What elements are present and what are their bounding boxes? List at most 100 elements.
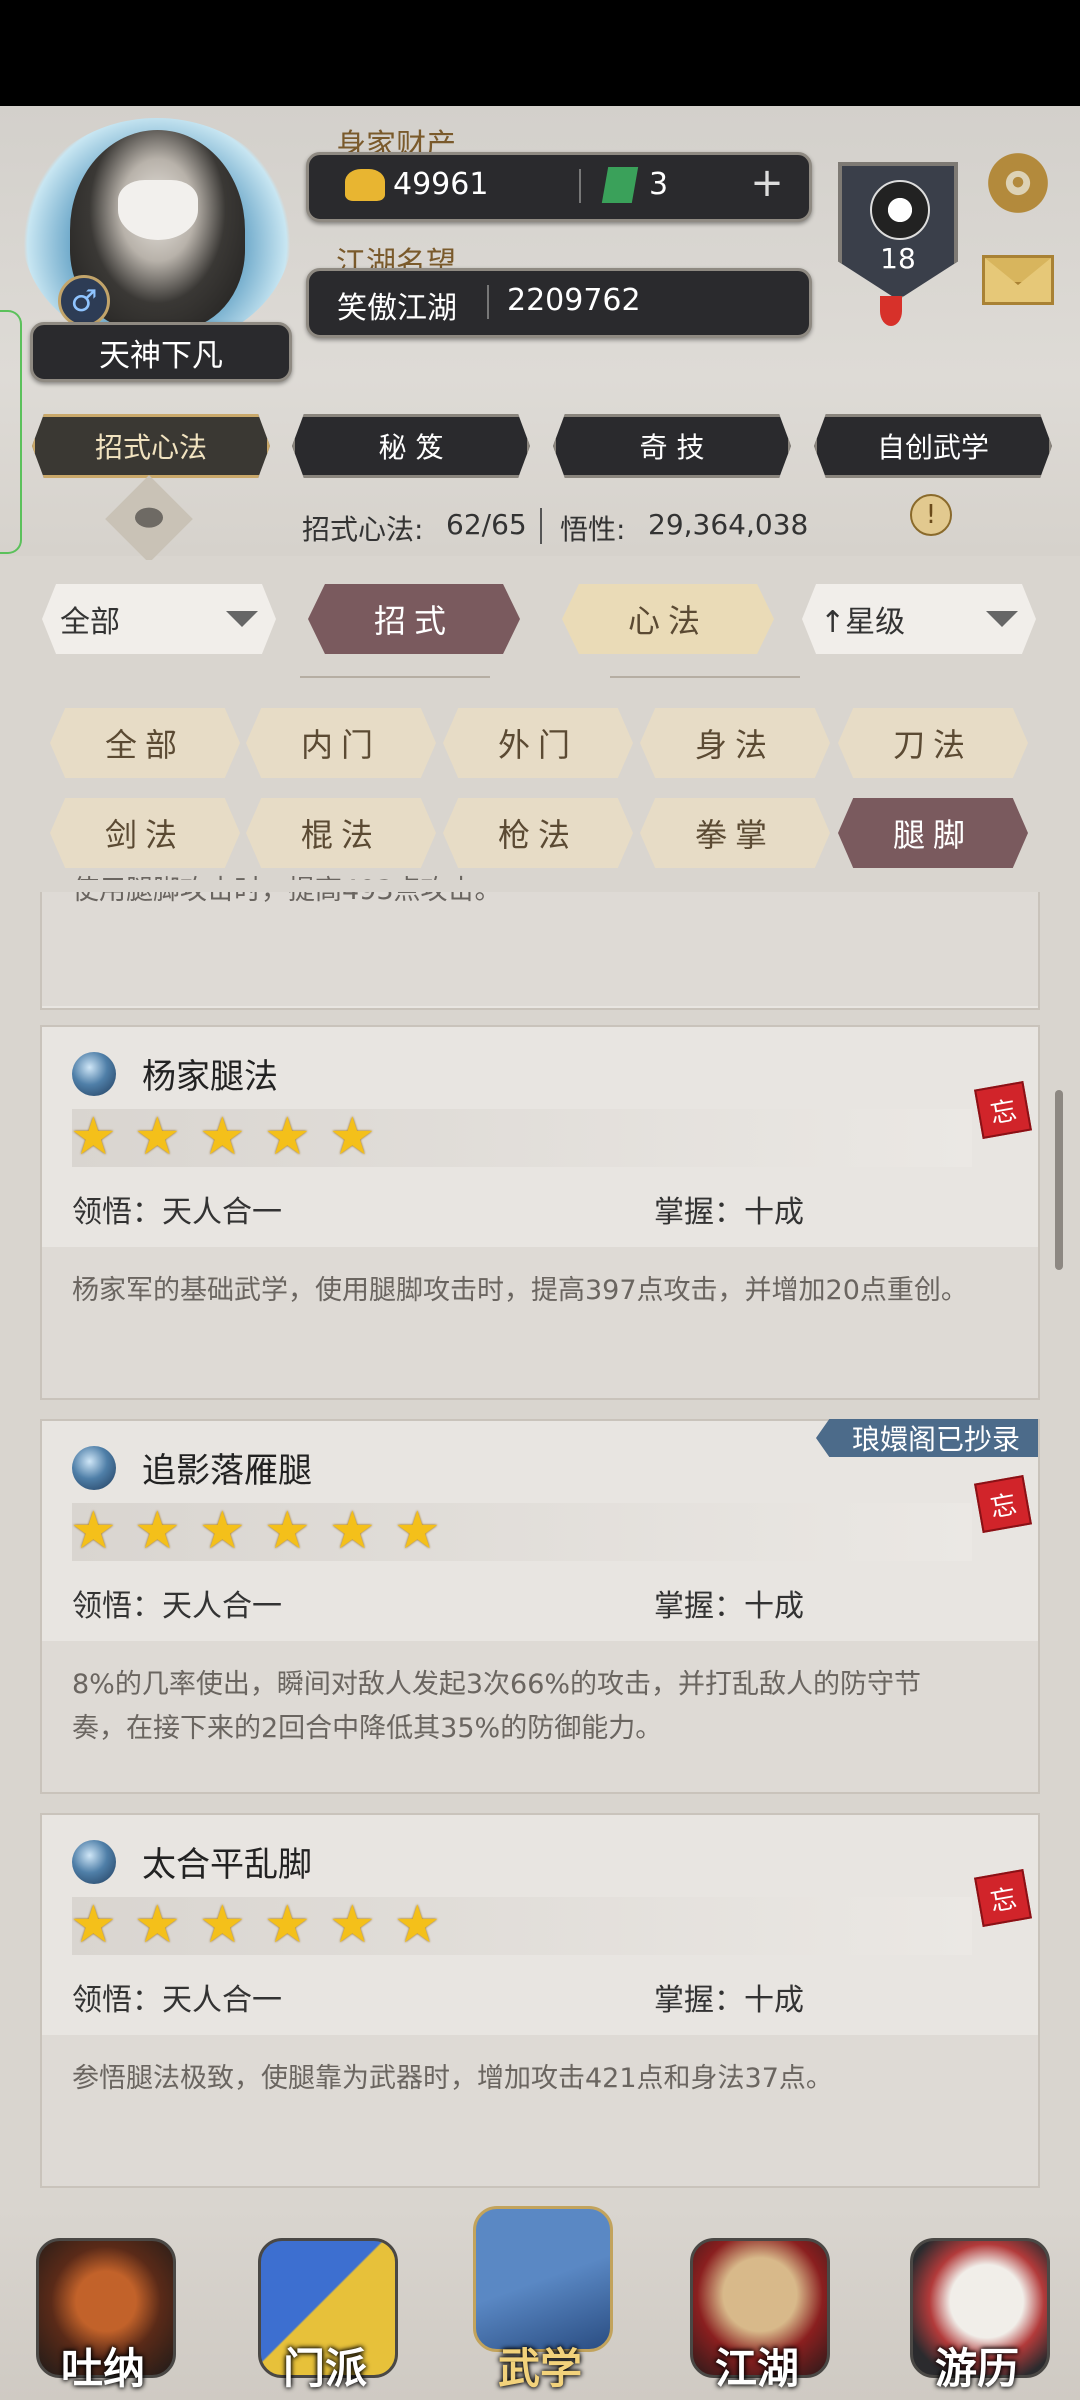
star-icon: ★ xyxy=(329,1501,376,1561)
divider-ornament xyxy=(610,676,800,678)
scrollbar[interactable] xyxy=(1055,1090,1063,1270)
star-icon: ★ xyxy=(134,1501,181,1561)
filter-all-dropdown[interactable]: 全部 xyxy=(42,584,276,654)
info-icon[interactable]: ! xyxy=(910,494,952,536)
nav-label: 吐纳 xyxy=(60,2344,145,2393)
side-drawer-handle[interactable] xyxy=(0,310,22,554)
forget-tag-button[interactable]: 忘 xyxy=(974,1081,1032,1139)
star-icon: ★ xyxy=(264,1501,311,1561)
category-leg-kick[interactable]: 腿脚 xyxy=(838,798,1028,868)
mastery-value: 十成 xyxy=(744,1589,804,1624)
chevron-down-icon xyxy=(986,611,1018,627)
gold-ingot-icon xyxy=(345,169,385,201)
nav-travel[interactable]: 游历 xyxy=(902,2228,1052,2398)
martial-book-icon xyxy=(473,2206,613,2352)
fame-bar: 笑傲江湖 2209762 xyxy=(306,268,812,338)
star-icon: ★ xyxy=(134,1107,181,1167)
tab-custom-martial-arts[interactable]: 自创武学 xyxy=(814,414,1052,478)
comprehension-label: 领悟： xyxy=(72,1195,162,1230)
category-agility[interactable]: 身法 xyxy=(640,708,830,778)
divider-ornament xyxy=(300,676,490,678)
forget-tag-button[interactable]: 忘 xyxy=(974,1869,1032,1927)
description-area: 杨家军的基础武学，使用腿脚攻击时，提高397点攻击，并增加20点重创。 xyxy=(42,1247,1038,1398)
star-icon: ★ xyxy=(394,1895,441,1955)
category-fist-palm[interactable]: 拳掌 xyxy=(640,798,830,868)
yin-yang-icon xyxy=(870,180,930,240)
mastery-label: 掌握： xyxy=(654,1589,744,1624)
level-value: 18 xyxy=(880,242,916,275)
tab-special-skills[interactable]: 奇 技 xyxy=(553,414,791,478)
category-blade[interactable]: 刀法 xyxy=(838,708,1028,778)
star-icon: ★ xyxy=(70,1895,117,1955)
add-currency-button[interactable]: + xyxy=(745,161,789,205)
comprehension-label: 领悟： xyxy=(72,1589,162,1624)
nav-sect[interactable]: 门派 xyxy=(250,2228,400,2398)
fame-value: 2209762 xyxy=(507,283,641,318)
nav-label: 门派 xyxy=(282,2344,367,2393)
skill-card[interactable]: 太合平乱脚 ★ ★ ★ ★ ★ ★ 忘 领悟：天人合一 掌握：十成 参悟腿法极致… xyxy=(40,1813,1040,2188)
skill-description: 8%的几率使出，瞬间对敌人发起3次66%的攻击，并打乱敌人的防守节奏，在接下来的… xyxy=(72,1669,922,1744)
forget-tag-button[interactable]: 忘 xyxy=(974,1475,1032,1533)
skill-name: 太合平乱脚 xyxy=(142,1845,312,1885)
star-icon: ★ xyxy=(329,1107,376,1167)
mastery-label: 掌握： xyxy=(654,1983,744,2018)
status-bar xyxy=(0,0,1080,106)
skill-orb-icon xyxy=(72,1052,116,1096)
nav-label: 江湖 xyxy=(714,2344,799,2393)
category-all[interactable]: 全部 xyxy=(50,708,240,778)
sort-dropdown[interactable]: ↑星级 xyxy=(802,584,1036,654)
gold-value: 49961 xyxy=(393,167,489,202)
comprehension-value: 天人合一 xyxy=(162,1589,282,1624)
tab-secret-books[interactable]: 秘 笈 xyxy=(292,414,530,478)
comprehension-label: 领悟： xyxy=(72,1983,162,2018)
skill-description: 杨家军的基础武学，使用腿脚攻击时，提高397点攻击，并增加20点重创。 xyxy=(72,1275,968,1306)
jade-value: 3 xyxy=(649,167,669,202)
skill-name: 杨家腿法 xyxy=(142,1057,278,1097)
category-staff[interactable]: 棍法 xyxy=(246,798,436,868)
insight-value: 29,364,038 xyxy=(648,508,809,541)
skill-description: 参悟腿法极致，使腿靠为武器时，增加攻击421点和身法37点。 xyxy=(72,2063,833,2094)
nav-martial-arts[interactable]: 武学 xyxy=(465,2200,615,2398)
nav-label: 武学 xyxy=(497,2344,582,2393)
category-outer[interactable]: 外门 xyxy=(443,708,633,778)
gender-male-icon: ♂ xyxy=(58,275,110,327)
star-icon: ★ xyxy=(199,1107,246,1167)
mastery-label: 掌握： xyxy=(654,1195,744,1230)
list-top-mask xyxy=(18,880,1062,892)
skill-card[interactable]: 琅嬛阁已抄录 追影落雁腿 ★ ★ ★ ★ ★ ★ 忘 领悟：天人合一 掌握：十成… xyxy=(40,1419,1040,1794)
mail-icon[interactable] xyxy=(982,255,1054,305)
description-area: 参悟腿法极致，使腿靠为武器时，增加攻击421点和身法37点。 xyxy=(42,2035,1038,2186)
jade-ticket-icon xyxy=(601,167,639,203)
skill-card[interactable]: 杨家腿法 ★ ★ ★ ★ ★ 忘 领悟：天人合一 掌握：十成 杨家军的基础武学，… xyxy=(40,1025,1040,1400)
mastery-value: 十成 xyxy=(744,1195,804,1230)
tassel-icon xyxy=(880,296,902,326)
category-spear[interactable]: 枪法 xyxy=(443,798,633,868)
insight-label: 悟性: xyxy=(560,513,626,546)
description-area: 8%的几率使出，瞬间对敌人发起3次66%的攻击，并打乱敌人的防守节奏，在接下来的… xyxy=(42,1641,1038,1792)
star-icon: ★ xyxy=(70,1107,117,1167)
filter-moves-button[interactable]: 招式 xyxy=(308,584,520,654)
skill-count-value: 62/65 xyxy=(446,508,527,541)
skill-orb-icon xyxy=(72,1840,116,1884)
filter-methods-button[interactable]: 心法 xyxy=(562,584,774,654)
settings-gear-icon[interactable]: ⚙ xyxy=(980,145,1056,221)
sort-arrow-icon: ↑ xyxy=(820,605,846,640)
wealth-bar: 49961 3 + xyxy=(306,152,812,222)
skill-card-partial[interactable]: 使用腿脚攻击时，提高493点攻击。 xyxy=(40,875,1040,1010)
chevron-down-icon xyxy=(226,611,258,627)
star-icon: ★ xyxy=(199,1501,246,1561)
divider xyxy=(579,169,581,203)
mask-icon xyxy=(118,180,198,240)
skill-orb-icon xyxy=(72,1446,116,1490)
tab-moves-methods[interactable]: 招式心法 xyxy=(32,414,270,478)
filter-all-value: 全部 xyxy=(60,605,120,640)
skill-count-label: 招式心法: xyxy=(302,513,424,546)
category-sword[interactable]: 剑法 xyxy=(50,798,240,868)
nav-breathing[interactable]: 吐纳 xyxy=(28,2228,178,2398)
comprehension-value: 天人合一 xyxy=(162,1983,282,2018)
sort-value: 星级 xyxy=(845,605,906,640)
nav-jianghu[interactable]: 江湖 xyxy=(682,2228,832,2398)
category-inner[interactable]: 内门 xyxy=(246,708,436,778)
skill-name: 追影落雁腿 xyxy=(142,1451,312,1491)
star-icon: ★ xyxy=(199,1895,246,1955)
